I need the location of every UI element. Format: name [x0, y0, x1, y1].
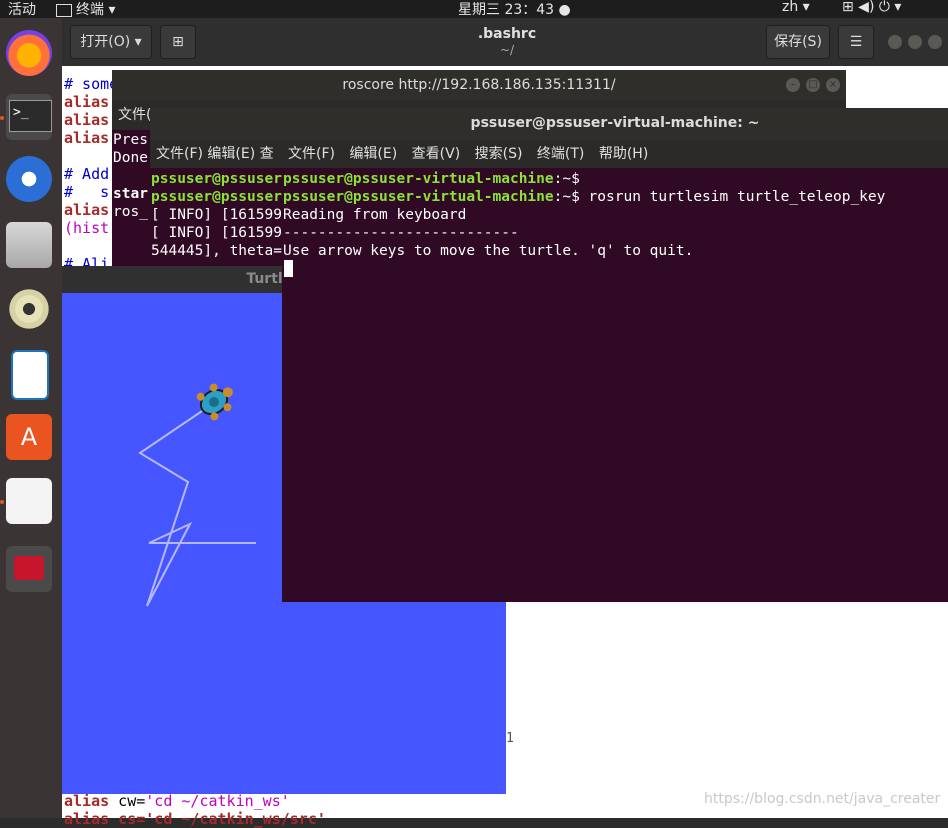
terminal-line: [ INFO] [161599	[151, 225, 282, 241]
terminal-prompt: pssuser@pssuser	[151, 189, 282, 205]
code-line[interactable]: # some	[64, 75, 118, 93]
terminal-line: ---------------------------	[283, 225, 519, 241]
new-tab-button[interactable]: ⊞	[160, 25, 196, 59]
running-indicator	[0, 116, 4, 120]
code-line[interactable]: # s	[64, 183, 109, 201]
code-line[interactable]: alias cs='cd ~/catkin_ws/src'	[64, 810, 326, 828]
hamburger-menu-button[interactable]: ☰	[838, 25, 874, 59]
turtlesim-node-terminal: 文件(F) 编辑(E) 查 pssuser@pssuser pssuser@ps…	[150, 108, 290, 270]
activities-button[interactable]: 活动	[8, 0, 36, 19]
writer-icon[interactable]	[11, 350, 49, 400]
terminal-line: Use arrow keys to move the turtle. 'q' t…	[283, 243, 694, 259]
minimize-icon[interactable]: –	[786, 78, 800, 92]
thunderbird-icon[interactable]	[6, 156, 52, 202]
menu-help[interactable]: 帮助(H)	[599, 146, 648, 162]
menu-edit[interactable]: 编辑(E)	[349, 146, 397, 162]
code-line[interactable]: alias	[64, 129, 109, 147]
terminal-icon[interactable]: >_	[6, 94, 52, 140]
terminal-line: star	[113, 186, 148, 202]
maximize-icon[interactable]	[908, 35, 922, 49]
code-line[interactable]: alias cw='cd ~/catkin_ws'	[64, 792, 290, 810]
window-titlebar[interactable]: pssuser@pssuser-virtual-machine: ~	[282, 108, 948, 140]
running-indicator	[0, 500, 4, 504]
menu-view[interactable]: 查看(V)	[412, 146, 461, 162]
window-titlebar[interactable]	[150, 108, 290, 140]
save-button[interactable]: 保存(S)	[766, 25, 830, 59]
close-icon[interactable]	[928, 35, 942, 49]
code-line[interactable]: alias	[64, 201, 109, 219]
terminal-line: Pres	[113, 132, 148, 148]
minimize-icon[interactable]	[888, 35, 902, 49]
language-indicator[interactable]: zh ▾	[782, 0, 810, 15]
watermark: https://blog.csdn.net/java_creater	[704, 791, 941, 807]
turtle-icon	[196, 383, 233, 421]
turtle-trail	[138, 406, 256, 607]
code-line[interactable]: # Add	[64, 165, 109, 183]
app-menu-button[interactable]: 终端 ▾	[56, 0, 115, 19]
software-icon[interactable]: A	[6, 414, 52, 460]
help-icon[interactable]	[6, 546, 52, 592]
rhythmbox-icon[interactable]	[6, 286, 52, 332]
text-editor-icon[interactable]	[6, 478, 52, 524]
terminal-icon	[56, 3, 72, 17]
menu-bar: 文件(F) 编辑(E) 查看(V) 搜索(S) 终端(T) 帮助(H)	[282, 140, 948, 168]
open-button[interactable]: 打开(O) ▾	[70, 25, 152, 59]
terminal-line: pssuser@pssuser-virtual-machine:~$	[283, 171, 580, 187]
close-icon[interactable]: ×	[826, 78, 840, 92]
document-title: .bashrc	[477, 26, 537, 42]
top-bar: 活动 终端 ▾ 星期三 23：43 ● zh ▾ ⊞ ◀) ⏻ ▾	[0, 0, 948, 18]
gedit-headerbar: 打开(O) ▾ ⊞ .bashrc ~/ 保存(S) ☰	[62, 18, 948, 66]
menu-terminal[interactable]: 终端(T)	[537, 146, 584, 162]
code-line[interactable]: alias	[64, 93, 109, 111]
terminal-line: 544445], theta=	[151, 243, 282, 259]
document-path: ~/	[499, 43, 515, 57]
dock: >_ A	[0, 18, 62, 818]
maximize-icon[interactable]: □	[806, 78, 820, 92]
clock[interactable]: 星期三 23：43 ●	[458, 0, 571, 19]
terminal-prompt: pssuser@pssuser	[151, 171, 282, 187]
firefox-icon[interactable]	[6, 30, 52, 76]
files-icon[interactable]	[6, 222, 52, 268]
line-fragment: 1	[506, 731, 514, 746]
code-line[interactable]: alias	[64, 111, 109, 129]
menu-bar[interactable]: 文件(F) 编辑(E) 查	[150, 140, 290, 168]
system-menu[interactable]: ⊞ ◀) ⏻ ▾	[842, 0, 901, 15]
terminal-line: [ INFO] [161599	[151, 207, 282, 223]
terminal-cursor[interactable]	[284, 260, 293, 277]
terminal-line: Done	[113, 150, 148, 166]
terminal-line: ros_	[113, 204, 148, 220]
menu-search[interactable]: 搜索(S)	[475, 146, 523, 162]
menu-file[interactable]: 文件(F)	[288, 146, 335, 162]
terminal-line: Reading from keyboard	[283, 207, 467, 223]
terminal-line: pssuser@pssuser-virtual-machine:~$ rosru…	[283, 189, 886, 205]
teleop-terminal: pssuser@pssuser-virtual-machine: ~ 文件(F)…	[282, 108, 948, 602]
window-titlebar[interactable]: roscore http://192.168.186.135:11311/	[112, 70, 846, 100]
code-line[interactable]: (hist	[64, 219, 109, 237]
